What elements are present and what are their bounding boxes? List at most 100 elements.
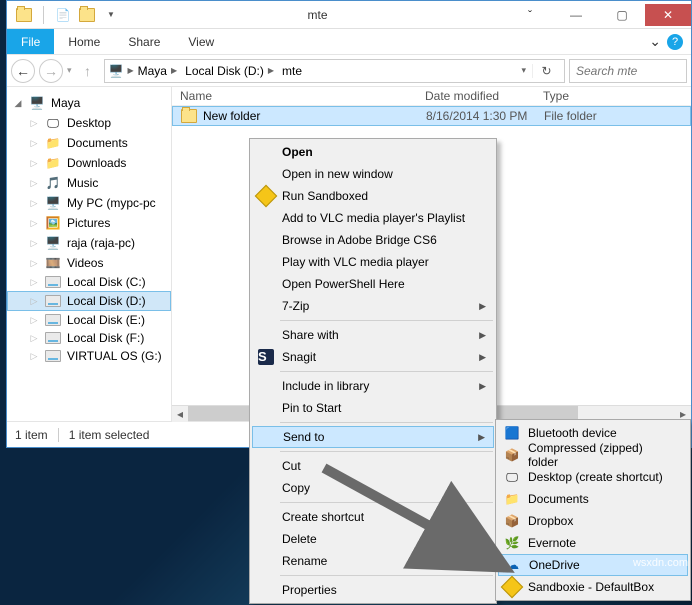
col-name[interactable]: Name bbox=[180, 89, 425, 103]
sendto-submenu[interactable]: 🟦Bluetooth device📦Compressed (zipped) fo… bbox=[495, 419, 691, 601]
maximize-button[interactable]: ▢ bbox=[599, 4, 645, 26]
tree-item-raja-raja-pc-[interactable]: ▷🖥️raja (raja-pc) bbox=[7, 233, 171, 253]
tab-share[interactable]: Share bbox=[114, 31, 174, 53]
tab-home[interactable]: Home bbox=[54, 31, 114, 53]
menu-properties[interactable]: Properties bbox=[252, 579, 494, 601]
search-input[interactable] bbox=[576, 64, 680, 78]
menu-open-powershell-here[interactable]: Open PowerShell Here bbox=[252, 273, 494, 295]
tree-item-videos[interactable]: ▷ 🎞️ Videos bbox=[7, 253, 171, 273]
menu-copy[interactable]: Copy bbox=[252, 477, 494, 499]
file-menu-button[interactable]: File bbox=[7, 29, 54, 54]
help-icon[interactable]: ? bbox=[667, 34, 683, 50]
minimize-button[interactable]: — bbox=[553, 4, 599, 26]
menu-browse-in-adobe-bridge-cs6[interactable]: Browse in Adobe Bridge CS6 bbox=[252, 229, 494, 251]
qat-dropdown-icon[interactable]: ▼ bbox=[100, 4, 122, 26]
menu-share-with[interactable]: Share with▶ bbox=[252, 324, 494, 346]
sendto-dropbox[interactable]: 📦Dropbox bbox=[498, 510, 688, 532]
tree-item-pictures[interactable]: ▷🖼️Pictures bbox=[7, 213, 171, 233]
tree-caret-icon[interactable]: ▷ bbox=[29, 258, 39, 269]
menu-item-label: Bluetooth device bbox=[528, 426, 617, 440]
address-bar[interactable]: 🖥️ ▶ Maya▶ Local Disk (D:)▶ mte ▾ ↻ bbox=[104, 59, 565, 83]
tree-item-local-disk-d-[interactable]: ▷Local Disk (D:) bbox=[7, 291, 171, 311]
tab-view[interactable]: View bbox=[174, 31, 228, 53]
col-date[interactable]: Date modified bbox=[425, 89, 543, 103]
sendto-evernote[interactable]: 🌿Evernote bbox=[498, 532, 688, 554]
menu-snagit[interactable]: SSnagit▶ bbox=[252, 346, 494, 368]
tree-item-music[interactable]: ▷🎵Music bbox=[7, 173, 171, 193]
sendto-sandboxie-defaultbox[interactable]: Sandboxie - DefaultBox bbox=[498, 576, 688, 598]
tree-item-documents[interactable]: ▷📁Documents bbox=[7, 133, 171, 153]
tree-caret-icon[interactable]: ▷ bbox=[29, 138, 39, 149]
drive-icon bbox=[45, 350, 61, 362]
scroll-left-icon[interactable]: ◂ bbox=[172, 406, 188, 422]
menu-cut[interactable]: Cut bbox=[252, 455, 494, 477]
pc-icon: 🖥️ bbox=[45, 195, 61, 211]
tree-caret-icon[interactable]: ▷ bbox=[29, 118, 39, 129]
menu-add-to-vlc-media-player-s-playlist[interactable]: Add to VLC media player's Playlist bbox=[252, 207, 494, 229]
file-row[interactable]: New folder8/16/2014 1:30 PMFile folder bbox=[172, 106, 691, 126]
tree-item-desktop[interactable]: ▷🖵Desktop bbox=[7, 113, 171, 133]
tree-item-label: My PC (mypc-pc bbox=[67, 196, 156, 210]
menu-rename[interactable]: Rename bbox=[252, 550, 494, 572]
menu-item-label: OneDrive bbox=[529, 558, 580, 572]
tree-caret-icon[interactable]: ▷ bbox=[29, 333, 39, 344]
menu-send-to[interactable]: Send to▶ bbox=[252, 426, 494, 448]
menu-item-label: Browse in Adobe Bridge CS6 bbox=[282, 233, 437, 247]
context-menu[interactable]: OpenOpen in new windowRun SandboxedAdd t… bbox=[249, 138, 497, 604]
tree-caret-icon[interactable]: ▷ bbox=[29, 158, 39, 169]
tree-item-local-disk-c-[interactable]: ▷Local Disk (C:) bbox=[7, 273, 171, 291]
tree-item-my-pc-mypc-pc[interactable]: ▷ 🖥️ My PC (mypc-pc bbox=[7, 193, 171, 213]
menu-7-zip[interactable]: 7-Zip▶ bbox=[252, 295, 494, 317]
menu-open[interactable]: Open bbox=[252, 141, 494, 163]
app-icon[interactable] bbox=[13, 4, 35, 26]
address-dropdown-icon[interactable]: ▾ bbox=[515, 65, 532, 76]
menu-item-label: 7-Zip bbox=[282, 299, 309, 313]
tree-caret-icon[interactable]: ▷ bbox=[29, 315, 39, 326]
qat-properties-icon[interactable]: 📄 bbox=[52, 4, 74, 26]
up-button[interactable]: ↑ bbox=[76, 59, 100, 83]
forward-button[interactable]: → bbox=[39, 59, 63, 83]
file-type: File folder bbox=[544, 109, 682, 123]
menu-play-with-vlc-media-player[interactable]: Play with VLC media player bbox=[252, 251, 494, 273]
tree-caret-icon[interactable]: ◢ bbox=[13, 98, 23, 109]
breadcrumb-local-disk-d[interactable]: Local Disk (D:)▶ bbox=[181, 64, 278, 78]
tree-root[interactable]: ◢ 🖥️ Maya bbox=[7, 93, 171, 113]
sendto-compressed-zipped-folder[interactable]: 📦Compressed (zipped) folder bbox=[498, 444, 688, 466]
tree-caret-icon[interactable]: ▷ bbox=[29, 277, 39, 288]
menu-pin-to-start[interactable]: Pin to Start bbox=[252, 397, 494, 419]
menu-create-shortcut[interactable]: Create shortcut bbox=[252, 506, 494, 528]
menu-include-in-library[interactable]: Include in library▶ bbox=[252, 375, 494, 397]
history-dropdown-icon[interactable]: ▾ bbox=[67, 65, 72, 76]
tree-item-local-disk-e-[interactable]: ▷Local Disk (E:) bbox=[7, 311, 171, 329]
menu-run-sandboxed[interactable]: Run Sandboxed bbox=[252, 185, 494, 207]
tree-item-downloads[interactable]: ▷📁Downloads bbox=[7, 153, 171, 173]
close-button[interactable]: ✕ bbox=[645, 4, 691, 26]
video-icon: 🎞️ bbox=[45, 255, 61, 271]
menu-delete[interactable]: Delete bbox=[252, 528, 494, 550]
tree-caret-icon[interactable]: ▷ bbox=[29, 198, 39, 209]
tree-caret-icon[interactable]: ▷ bbox=[29, 218, 39, 229]
sendto-desktop-create-shortcut-[interactable]: 🖵Desktop (create shortcut) bbox=[498, 466, 688, 488]
tree-item-virtual-os-g-[interactable]: ▷VIRTUAL OS (G:) bbox=[7, 347, 171, 365]
tree-caret-icon[interactable]: ▷ bbox=[29, 178, 39, 189]
tree-caret-icon[interactable]: ▷ bbox=[29, 351, 39, 362]
refresh-button[interactable]: ↻ bbox=[532, 64, 560, 78]
nav-tree[interactable]: ◢ 🖥️ Maya ▷🖵Desktop▷📁Documents▷📁Download… bbox=[7, 87, 172, 421]
search-box[interactable] bbox=[569, 59, 687, 83]
menu-open-in-new-window[interactable]: Open in new window bbox=[252, 163, 494, 185]
col-type[interactable]: Type bbox=[543, 89, 683, 103]
file-name: New folder bbox=[203, 109, 260, 123]
back-button[interactable]: ← bbox=[11, 59, 35, 83]
ribbon-collapse-icon[interactable]: ˇ bbox=[507, 4, 553, 26]
tree-caret-icon[interactable]: ▷ bbox=[29, 238, 39, 249]
column-headers[interactable]: Name Date modified Type bbox=[172, 87, 691, 106]
tree-caret-icon[interactable]: ▷ bbox=[29, 296, 39, 307]
breadcrumb-mte[interactable]: mte bbox=[278, 64, 306, 78]
tree-item-label: Videos bbox=[67, 256, 103, 270]
breadcrumb-maya[interactable]: Maya▶ bbox=[134, 64, 182, 78]
sendto-documents[interactable]: 📁Documents bbox=[498, 488, 688, 510]
tree-item-local-disk-f-[interactable]: ▷Local Disk (F:) bbox=[7, 329, 171, 347]
qat-newfolder-icon[interactable] bbox=[76, 4, 98, 26]
menu-item-label: Open PowerShell Here bbox=[282, 277, 405, 291]
ribbon-help-chevron-icon[interactable]: ⌄ bbox=[649, 33, 661, 50]
